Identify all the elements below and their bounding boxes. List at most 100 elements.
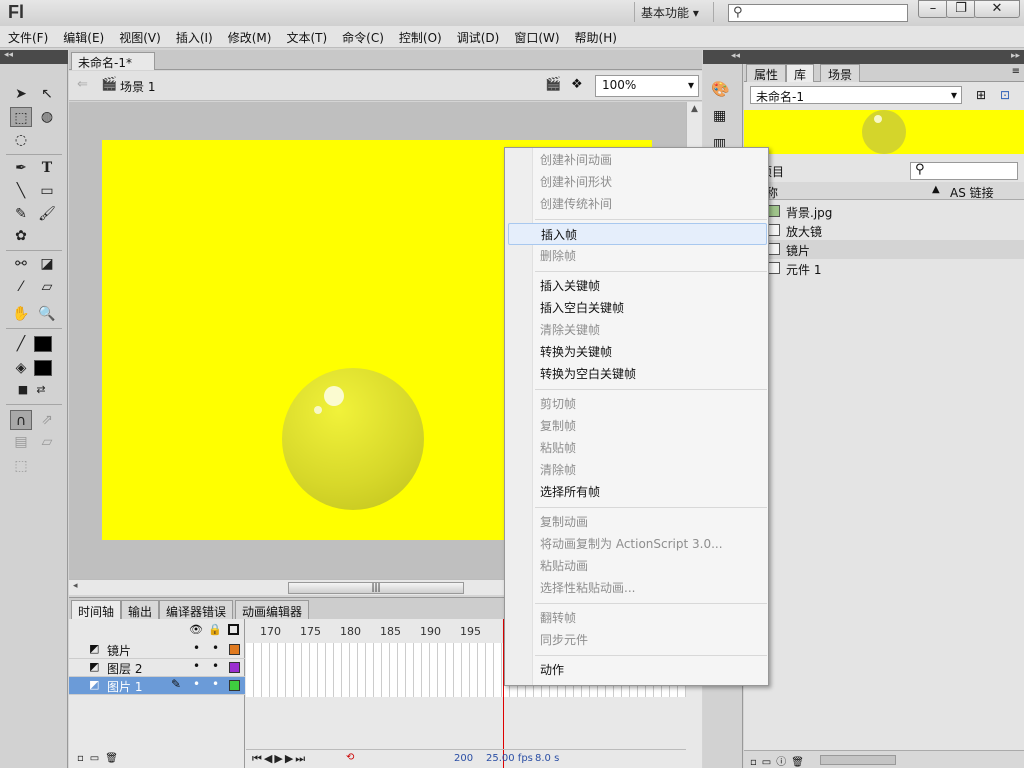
scroll-up-icon[interactable]: ▲ bbox=[691, 104, 698, 114]
layer-color-swatch[interactable] bbox=[229, 680, 240, 691]
sort-up-icon[interactable]: ▲ bbox=[932, 184, 940, 195]
layer-color-swatch[interactable] bbox=[229, 662, 240, 673]
stroke-color-swatch[interactable] bbox=[34, 336, 52, 352]
rectangle-tool-icon[interactable]: ▭ bbox=[36, 181, 58, 201]
menu-item-select-all-frames[interactable]: 选择所有帧 bbox=[508, 481, 767, 503]
back-arrow-icon[interactable]: ⇐ bbox=[77, 77, 88, 92]
menu-item-paste-motion[interactable]: 粘贴动画 bbox=[508, 555, 767, 577]
swatches-icon[interactable]: ▦ bbox=[713, 108, 726, 124]
tab-library[interactable]: 库 bbox=[786, 64, 815, 82]
layer-row[interactable]: ◩ 镜片 • • bbox=[69, 641, 245, 659]
workspace-switcher[interactable]: 基本功能 ▾ bbox=[634, 2, 714, 22]
tab-output[interactable]: 输出 bbox=[121, 600, 160, 620]
menu-item-cut-frames[interactable]: 剪切帧 bbox=[508, 393, 767, 415]
horizontal-scroll-thumb[interactable]: ||| bbox=[288, 582, 464, 594]
library-item[interactable]: 背景.jpg bbox=[744, 202, 1024, 221]
column-link-header[interactable]: AS 链接 bbox=[950, 184, 994, 201]
3d-rotation-tool-icon[interactable]: ◍ bbox=[36, 107, 58, 127]
menu-item-create-motion-tween[interactable]: 创建补间动画 bbox=[508, 149, 767, 171]
menu-item-actions[interactable]: 动作 bbox=[508, 659, 767, 681]
library-actions[interactable]: ▫▭ⓘ🗑 bbox=[750, 753, 809, 768]
delete-layer-icon[interactable]: 🗑 bbox=[105, 753, 124, 764]
library-item-selected[interactable]: 镜片 bbox=[744, 240, 1024, 259]
menu-item-paste-frames[interactable]: 粘贴帧 bbox=[508, 437, 767, 459]
menu-item-convert-to-blank-keyframe[interactable]: 转换为空白关键帧 bbox=[508, 363, 767, 385]
current-frame[interactable]: 200 bbox=[454, 753, 473, 764]
menu-item-reverse-frames[interactable]: 翻转帧 bbox=[508, 607, 767, 629]
edit-scene-icon[interactable]: 🎬 bbox=[545, 77, 561, 92]
lock-icon[interactable]: 🔒 bbox=[208, 623, 222, 636]
edit-symbols-icon[interactable]: ❖ bbox=[571, 77, 583, 92]
menu-help[interactable]: 帮助(H) bbox=[567, 26, 624, 46]
tab-properties[interactable]: 属性 bbox=[746, 64, 787, 82]
restore-button[interactable]: ❐ bbox=[946, 0, 976, 18]
lasso-tool-icon[interactable]: ◌ bbox=[10, 130, 32, 150]
lock-dot[interactable]: • bbox=[212, 659, 219, 673]
elapsed-time[interactable]: 8.0 s bbox=[535, 753, 559, 764]
menu-modify[interactable]: 修改(M) bbox=[220, 26, 279, 46]
layer-color-swatch[interactable] bbox=[229, 644, 240, 655]
tab-timeline[interactable]: 时间轴 bbox=[71, 600, 122, 620]
menu-commands[interactable]: 命令(C) bbox=[334, 26, 391, 46]
snap-to-objects-icon[interactable]: ∩ bbox=[10, 410, 32, 430]
onion-skin-icon[interactable]: ⟲ bbox=[346, 752, 354, 763]
color-palette-icon[interactable]: 🎨 bbox=[711, 80, 730, 98]
zoom-tool-icon[interactable]: 🔍 bbox=[36, 304, 58, 324]
library-search-input[interactable]: ⚲ bbox=[910, 162, 1018, 180]
pen-tool-icon[interactable]: ✒ bbox=[10, 158, 32, 178]
menu-insert[interactable]: 插入(I) bbox=[168, 26, 220, 46]
menu-item-insert-frame[interactable]: 插入帧 bbox=[508, 223, 767, 245]
panel-menu-icon[interactable]: ≡ bbox=[1012, 66, 1020, 77]
menu-item-convert-to-keyframe[interactable]: 转换为关键帧 bbox=[508, 341, 767, 363]
new-layer-icon[interactable]: ▫ bbox=[77, 753, 90, 764]
menu-item-remove-frame[interactable]: 删除帧 bbox=[508, 245, 767, 267]
menu-edit[interactable]: 编辑(E) bbox=[55, 26, 111, 46]
tools-panel-header[interactable]: ◂◂ bbox=[0, 50, 68, 64]
paint-bucket-tool-icon[interactable]: ◪ bbox=[36, 254, 58, 274]
minimize-button[interactable]: – bbox=[918, 0, 948, 18]
menu-item-copy-motion-as-as3[interactable]: 将动画复制为 ActionScript 3.0... bbox=[508, 533, 767, 555]
document-tab[interactable]: 未命名-1* × bbox=[71, 52, 155, 85]
frame-rate[interactable]: 25.00 fps bbox=[486, 753, 533, 764]
eyedropper-tool-icon[interactable]: ⁄ bbox=[10, 277, 32, 297]
layer-row[interactable]: ◩ 图层 2 • • bbox=[69, 659, 245, 677]
menu-item-clear-keyframe[interactable]: 清除关键帧 bbox=[508, 319, 767, 341]
pencil-tool-icon[interactable]: ✎ bbox=[10, 204, 32, 224]
tab-compiler-errors[interactable]: 编译器错误 bbox=[159, 600, 234, 620]
pin-library-icon[interactable]: ⊞ bbox=[976, 88, 986, 102]
menu-text[interactable]: 文本(T) bbox=[278, 26, 334, 46]
menu-debug[interactable]: 调试(D) bbox=[449, 26, 507, 46]
menu-window[interactable]: 窗口(W) bbox=[506, 26, 566, 46]
menu-item-paste-motion-special[interactable]: 选择性粘贴动画... bbox=[508, 577, 767, 599]
new-folder-icon[interactable]: ▭ bbox=[90, 753, 105, 764]
menu-item-insert-blank-keyframe[interactable]: 插入空白关键帧 bbox=[508, 297, 767, 319]
menu-item-create-classic-tween[interactable]: 创建传统补间 bbox=[508, 193, 767, 215]
line-tool-icon[interactable]: ╲ bbox=[10, 181, 32, 201]
lock-dot[interactable]: • bbox=[212, 677, 219, 691]
help-search-input[interactable]: ⚲ bbox=[728, 4, 908, 22]
tab-scene[interactable]: 场景 bbox=[820, 64, 861, 82]
eye-icon[interactable]: 👁 bbox=[189, 623, 203, 636]
lock-dot[interactable]: • bbox=[212, 641, 219, 655]
layer-row-selected[interactable]: ◩ 图片 1 ✎ • • bbox=[69, 677, 245, 695]
eraser-tool-icon[interactable]: ▱ bbox=[36, 277, 58, 297]
deco-tool-icon[interactable]: ✿ bbox=[10, 226, 32, 246]
brush-tool-icon[interactable]: 🖌 bbox=[36, 204, 58, 224]
scroll-left-icon[interactable]: ◂ bbox=[73, 581, 78, 591]
library-item[interactable]: 放大镜 bbox=[744, 221, 1024, 240]
tab-motion-editor[interactable]: 动画编辑器 bbox=[235, 600, 310, 620]
subselection-tool-icon[interactable]: ↖ bbox=[36, 84, 58, 104]
visibility-dot[interactable]: • bbox=[193, 677, 200, 691]
library-item[interactable]: 元件 1 bbox=[744, 259, 1024, 278]
close-window-button[interactable]: ✕ bbox=[974, 0, 1020, 18]
menu-item-copy-frames[interactable]: 复制帧 bbox=[508, 415, 767, 437]
outline-icon[interactable] bbox=[228, 624, 239, 635]
swap-colors-icon[interactable]: ⇄ bbox=[30, 380, 52, 400]
new-library-panel-icon[interactable]: ⊡ bbox=[1000, 88, 1010, 102]
text-tool-icon[interactable]: T bbox=[36, 158, 58, 178]
zoom-select[interactable]: 100% ▾ bbox=[595, 75, 699, 97]
menu-view[interactable]: 视图(V) bbox=[111, 26, 168, 46]
menu-item-clear-frames[interactable]: 清除帧 bbox=[508, 459, 767, 481]
selection-tool-icon[interactable]: ➤ bbox=[10, 84, 32, 104]
bone-tool-icon[interactable]: ⚯ bbox=[10, 254, 32, 274]
